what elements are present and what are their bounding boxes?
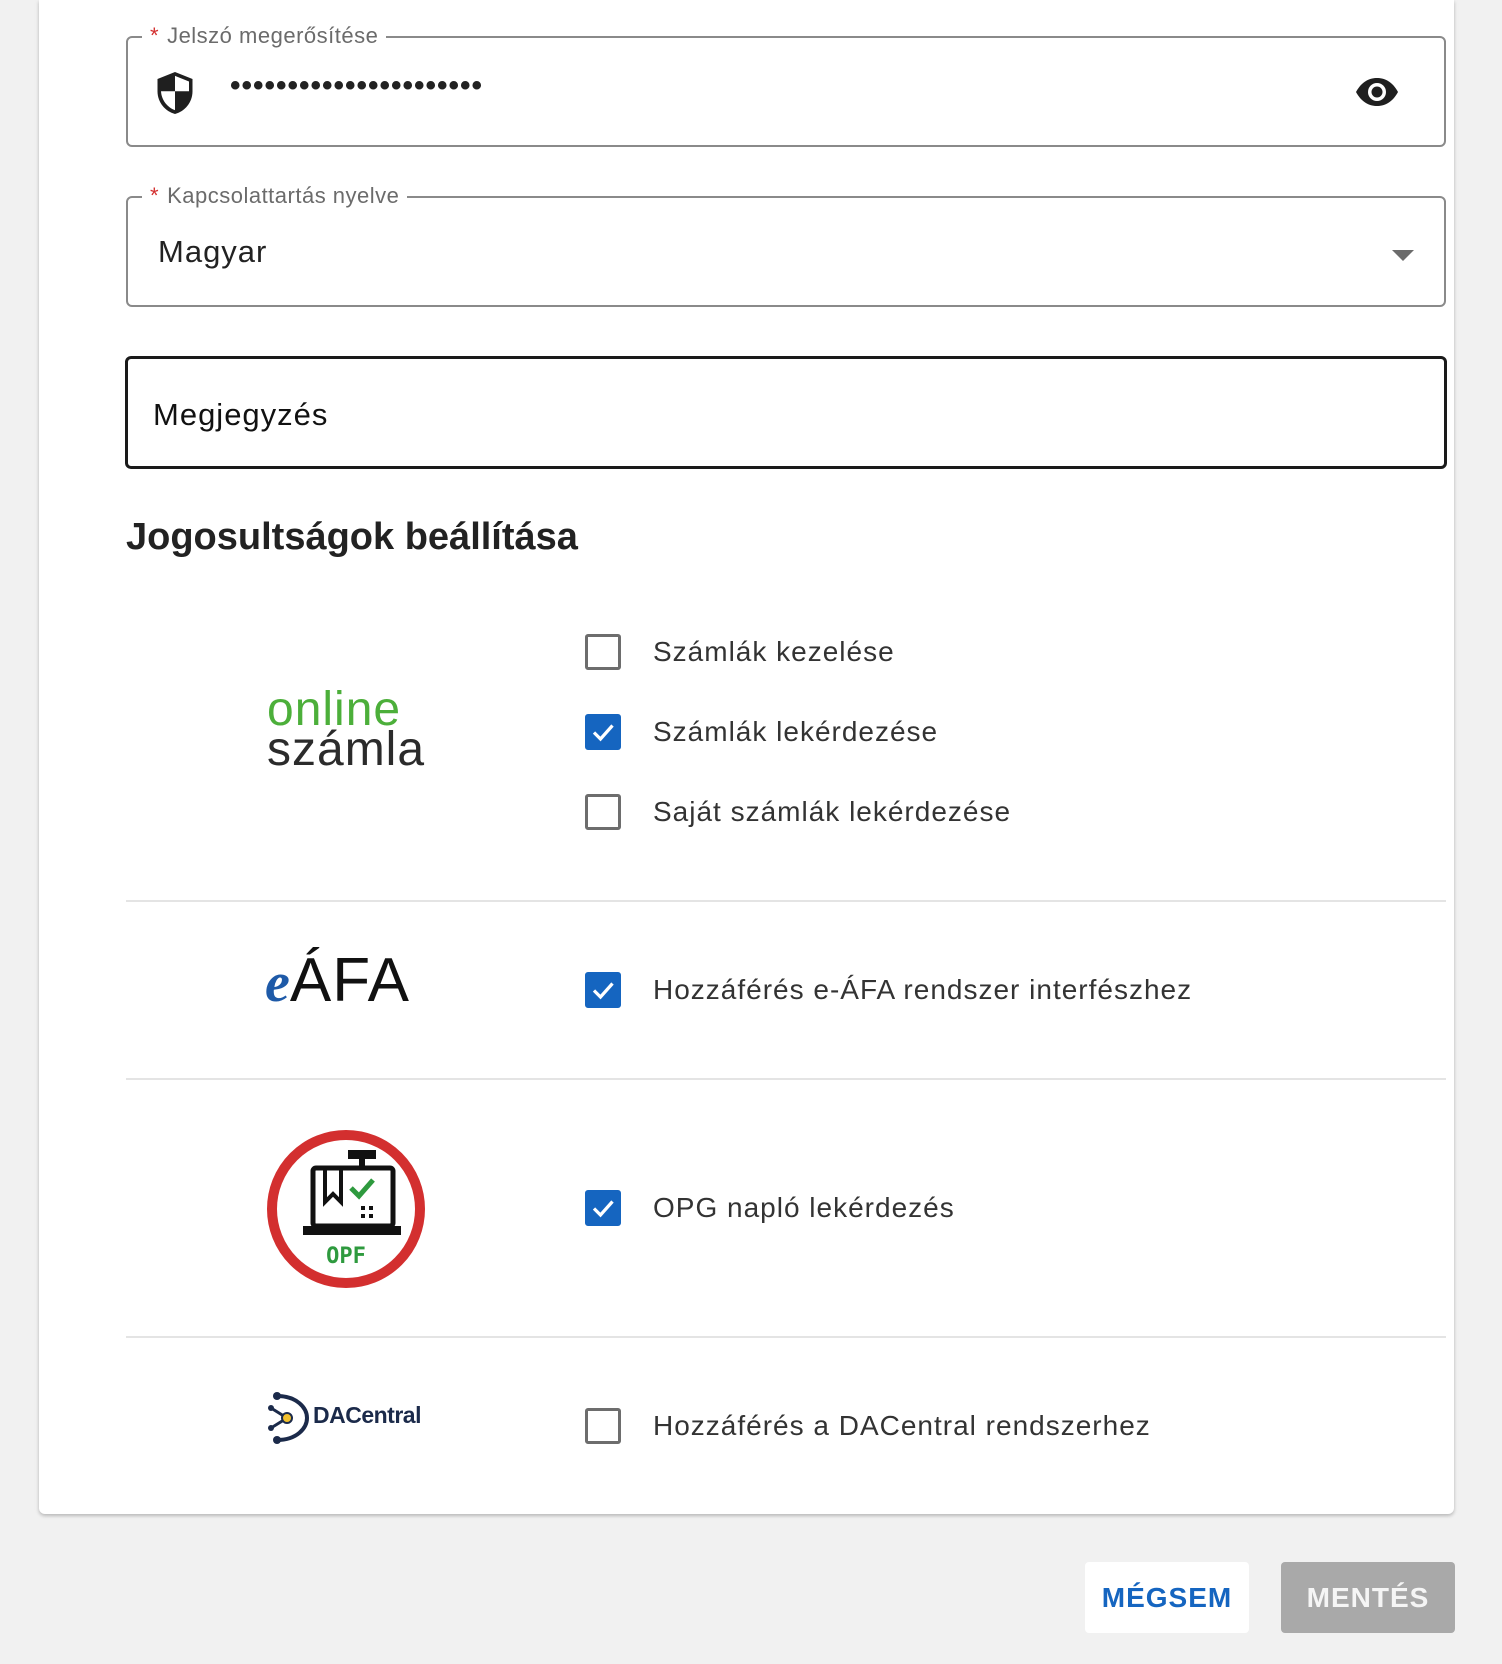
checkbox-szamlak-lekerdezese[interactable] <box>585 714 621 750</box>
checkbox-label: OPG napló lekérdezés <box>653 1192 955 1223</box>
note-label: Megjegyzés <box>153 397 329 432</box>
checkbox-row-opg[interactable]: OPG napló lekérdezés <box>585 1188 955 1228</box>
save-button[interactable]: MENTÉS <box>1281 1562 1455 1633</box>
dacentral-logo: DACentral <box>267 1388 427 1448</box>
password-confirm-field[interactable]: * Jelszó megerősítése •••••••••••••••••••… <box>126 24 1446 147</box>
divider <box>126 1078 1446 1080</box>
divider <box>126 1336 1446 1338</box>
checkbox-label: Saját számlák lekérdezése <box>653 796 1012 827</box>
language-value: Magyar <box>158 234 268 269</box>
checkbox-row-szamlak-kezelese[interactable]: Számlák kezelése <box>585 632 895 672</box>
note-field[interactable]: Megjegyzés <box>125 356 1447 469</box>
checkbox-label: Hozzáférés e-ÁFA rendszer interfészhez <box>653 974 1193 1005</box>
cancel-button[interactable]: MÉGSEM <box>1085 1562 1249 1633</box>
checkbox-opg[interactable] <box>585 1190 621 1226</box>
checkbox-dacentral[interactable] <box>585 1408 621 1444</box>
password-confirm-value: •••••••••••••••••••••• <box>230 69 484 102</box>
password-confirm-label: * Jelszó megerősítése <box>142 24 387 48</box>
checkbox-row-szamlak-lekerdezese[interactable]: Számlák lekérdezése <box>585 712 938 752</box>
checkbox-label: Számlák lekérdezése <box>653 716 939 747</box>
shield-icon <box>154 70 196 116</box>
checkbox-sajat-szamlak[interactable] <box>585 794 621 830</box>
opf-logo-text: OPF <box>326 1244 366 1269</box>
eafa-logo: eÁFA <box>265 946 411 1015</box>
language-select[interactable]: * Kapcsolattartás nyelve Magyar <box>126 184 1446 307</box>
eye-icon[interactable] <box>1354 76 1400 108</box>
language-label: * Kapcsolattartás nyelve <box>142 184 408 208</box>
checkbox-label: Hozzáférés a DACentral rendszerhez <box>653 1410 1151 1441</box>
opf-logo: OPF <box>265 1128 427 1290</box>
permissions-title: Jogosultságok beállítása <box>126 516 578 558</box>
checkbox-row-eafa[interactable]: Hozzáférés e-ÁFA rendszer interfészhez <box>585 970 1192 1010</box>
form-card: * Jelszó megerősítése •••••••••••••••••••… <box>39 0 1454 1514</box>
caret-down-icon[interactable] <box>1392 250 1414 261</box>
online-szamla-logo: online számla <box>267 683 426 776</box>
checkbox-label: Számlák kezelése <box>653 636 895 667</box>
checkbox-eafa[interactable] <box>585 972 621 1008</box>
checkbox-szamlak-kezelese[interactable] <box>585 634 621 670</box>
checkbox-row-dacentral[interactable]: Hozzáférés a DACentral rendszerhez <box>585 1406 1151 1446</box>
checkbox-row-sajat-szamlak[interactable]: Saját számlák lekérdezése <box>585 792 1011 832</box>
divider <box>126 900 1446 902</box>
